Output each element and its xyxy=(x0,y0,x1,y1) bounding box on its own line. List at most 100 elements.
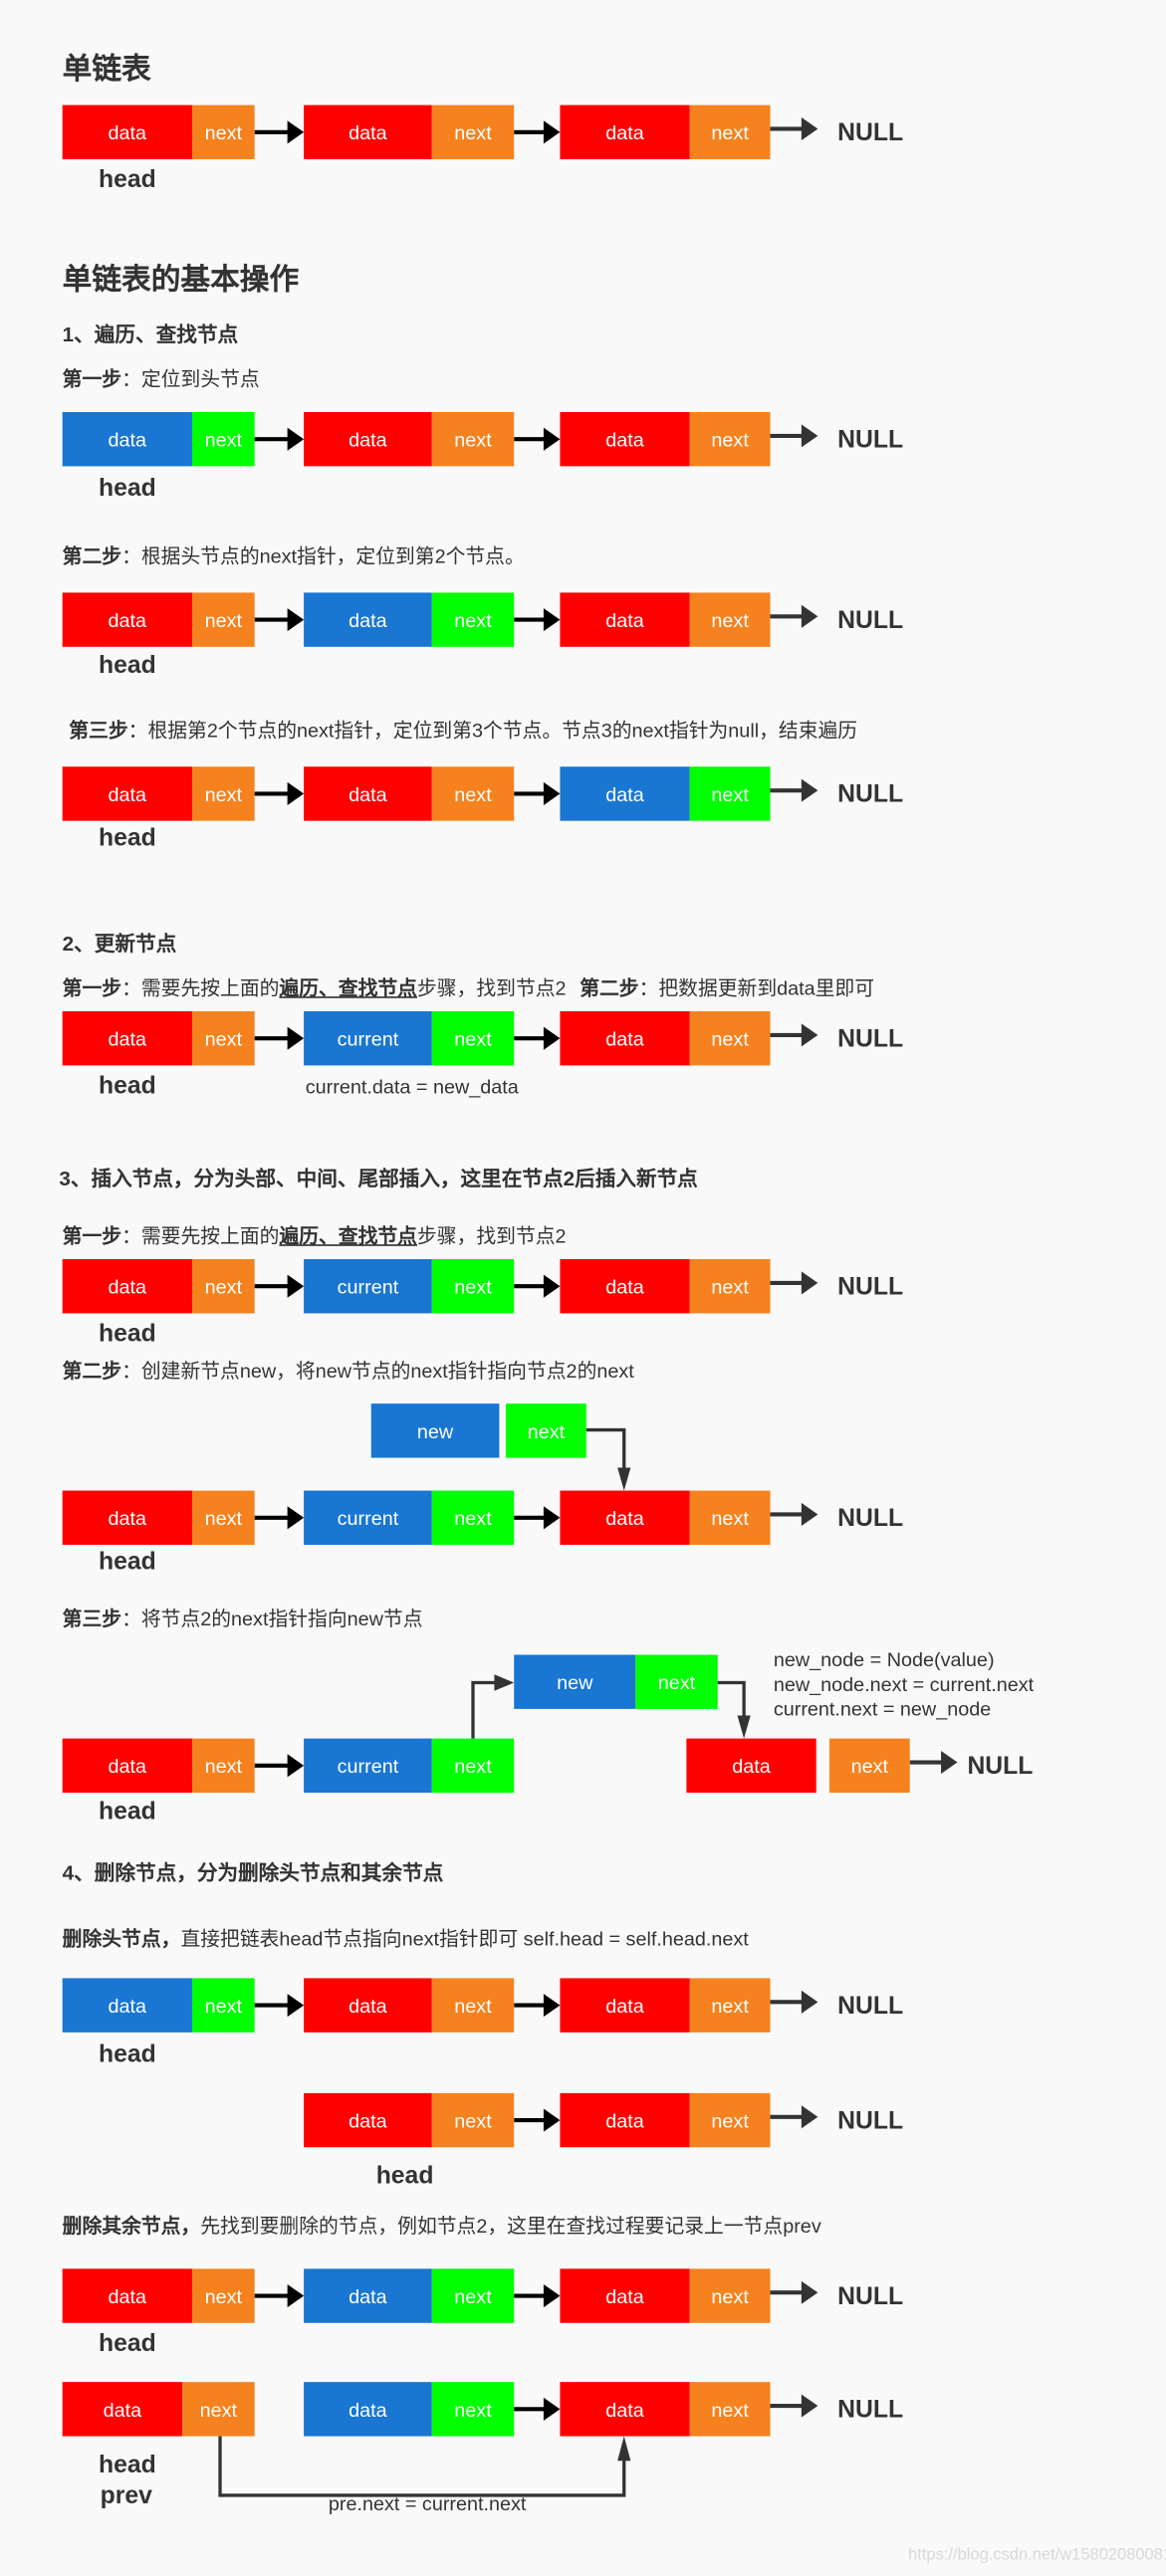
node-data-field: data xyxy=(62,1738,192,1794)
node-data-field: data xyxy=(62,2268,192,2323)
page-title: 单链表 xyxy=(62,52,151,86)
node-data-field: data xyxy=(560,766,690,821)
step-label: 第一步 xyxy=(62,1224,122,1248)
null-pointer-arrow-head xyxy=(801,1023,818,1047)
node-data-field: data xyxy=(62,592,192,647)
connector-arrowhead xyxy=(617,2436,631,2462)
next-pointer-arrow-head xyxy=(543,2284,561,2308)
null-pointer-arrow-head xyxy=(941,1750,958,1775)
node-next-field: next xyxy=(191,1259,255,1314)
node-next-field: next xyxy=(689,2268,771,2323)
node-next-field: next xyxy=(431,2092,515,2148)
head-label: head xyxy=(98,474,156,503)
node-data-field: data xyxy=(62,1010,192,1066)
head-label: head xyxy=(98,2451,156,2479)
new-next-connector xyxy=(717,1680,746,1719)
node-data-field: data xyxy=(560,1259,690,1314)
node-next-field: next xyxy=(191,1978,255,2033)
next-pointer-arrow-head xyxy=(287,608,305,632)
watermark: https://blog.csdn.net/w15802080081 xyxy=(908,2546,1166,2565)
node-data-field: new xyxy=(514,1654,636,1709)
node-next-field: next xyxy=(635,1654,718,1709)
next-pointer-arrow-head xyxy=(543,1274,561,1298)
head-label: head xyxy=(98,2329,156,2358)
node-next-field: next xyxy=(689,2092,771,2148)
step-text: 步骤，找到节点2 xyxy=(416,976,567,1000)
next-pointer-arrow-head xyxy=(287,1754,305,1778)
linked-list-tutorial: 单链表 单链表的基本操作 1、遍历、查找节点 第一步：定位到头节点 第二步：根据… xyxy=(0,0,1166,2576)
traverse-step3: 第三步：根据第2个节点的next指针，定位到第3个节点。节点3的next指针为n… xyxy=(69,718,857,744)
next-pointer-arrow-head xyxy=(543,1994,561,2018)
traverse-link[interactable]: 遍历、查找节点 xyxy=(279,976,417,999)
step-label: 第二步 xyxy=(62,544,122,568)
node-next-field: next xyxy=(191,411,255,467)
delete-other-text: 删除其余节点，先找到要删除的节点，例如节点2，这里在查找过程要记录上一节点pre… xyxy=(63,2213,821,2239)
node-data-field: data xyxy=(62,105,192,159)
next-pointer-arrow-head xyxy=(287,2284,305,2308)
node-next-field: next xyxy=(689,1978,771,2033)
node-next-field: next xyxy=(431,2268,515,2323)
next-pointer-arrow-head xyxy=(543,427,561,451)
node-data-field: current xyxy=(304,1010,432,1066)
step-text: ：把数据更新到data里即可 xyxy=(638,976,875,1000)
node-data-field: current xyxy=(304,1490,432,1545)
null-pointer-arrow-head xyxy=(801,1271,818,1295)
delete-code: pre.next = current.next xyxy=(328,2491,527,2515)
null-label: NULL xyxy=(967,1751,1034,1780)
node-next-field: next xyxy=(431,105,515,159)
next-pointer-arrow-head xyxy=(543,2397,561,2421)
update-step1: 第一步：需要先按上面的遍历、查找节点步骤，找到节点2 xyxy=(63,975,567,1001)
traverse-link[interactable]: 遍历、查找节点 xyxy=(279,1224,417,1247)
node-next-field: next xyxy=(431,1259,515,1314)
step-text: ：将节点2的next指针指向new节点 xyxy=(121,1607,423,1630)
node-data-field: data xyxy=(62,1978,192,2033)
next-pointer-arrow-head xyxy=(287,1026,305,1050)
head-label: head xyxy=(98,1320,156,1349)
node-data-field: data xyxy=(62,411,192,467)
null-pointer-arrow-head xyxy=(801,2280,818,2304)
head-label: head xyxy=(98,1548,156,1577)
next-pointer-arrow-head xyxy=(287,781,305,805)
node-next-field: next xyxy=(689,766,771,821)
head-label: head xyxy=(98,651,156,680)
node-next-field: next xyxy=(431,411,515,467)
node-data-field: data xyxy=(560,2382,690,2437)
step-text: ：需要先按上面的 xyxy=(121,976,280,1000)
node-next-field: next xyxy=(191,1490,255,1545)
node-data-field: data xyxy=(560,1978,690,2033)
null-label: NULL xyxy=(837,605,904,634)
step-label: 第一步 xyxy=(62,976,122,1000)
null-pointer-arrow-head xyxy=(801,424,818,448)
node-next-field: next xyxy=(431,592,515,647)
insert-code-line: new_node.next = current.next xyxy=(773,1672,1035,1696)
node-next-field: next xyxy=(689,592,771,647)
node-next-field: next xyxy=(191,2268,255,2323)
null-label: NULL xyxy=(837,2106,904,2135)
node-data-field: data xyxy=(560,1010,690,1066)
head-label: head xyxy=(375,2162,434,2191)
node-data-field: data xyxy=(304,2092,432,2148)
next-pointer-arrow-head xyxy=(543,608,561,632)
null-pointer-arrow-head xyxy=(801,2394,818,2418)
node-next-field: next xyxy=(191,766,255,821)
step-text: 直接把链表head节点指向next指针即可 self.head = self.h… xyxy=(180,1927,749,1951)
delete-heading: 4、删除节点，分为删除头节点和其余节点 xyxy=(62,1861,444,1885)
node-next-field: next xyxy=(431,1978,515,2033)
node-next-field: next xyxy=(689,1490,771,1545)
node-next-field: next xyxy=(191,1738,255,1794)
node-data-field: current xyxy=(304,1259,432,1314)
node-data-field: data xyxy=(304,105,432,159)
null-pointer-arrow-head xyxy=(801,778,818,802)
node-data-field: data xyxy=(560,1490,690,1545)
node-next-field: next xyxy=(689,411,771,467)
node-next-field: next xyxy=(689,105,771,159)
next-pointer-arrow-head xyxy=(543,2108,561,2132)
step-text: ：定位到头节点 xyxy=(121,367,260,391)
connector-arrowhead xyxy=(494,1674,515,1691)
node-next-field: next xyxy=(505,1403,586,1458)
node-data-field: data xyxy=(62,1259,192,1314)
node-next-field: next xyxy=(431,1010,515,1066)
step-label: 删除其余节点， xyxy=(62,2214,201,2238)
step-label: 第三步 xyxy=(69,719,128,743)
head-label: head xyxy=(98,1071,156,1101)
